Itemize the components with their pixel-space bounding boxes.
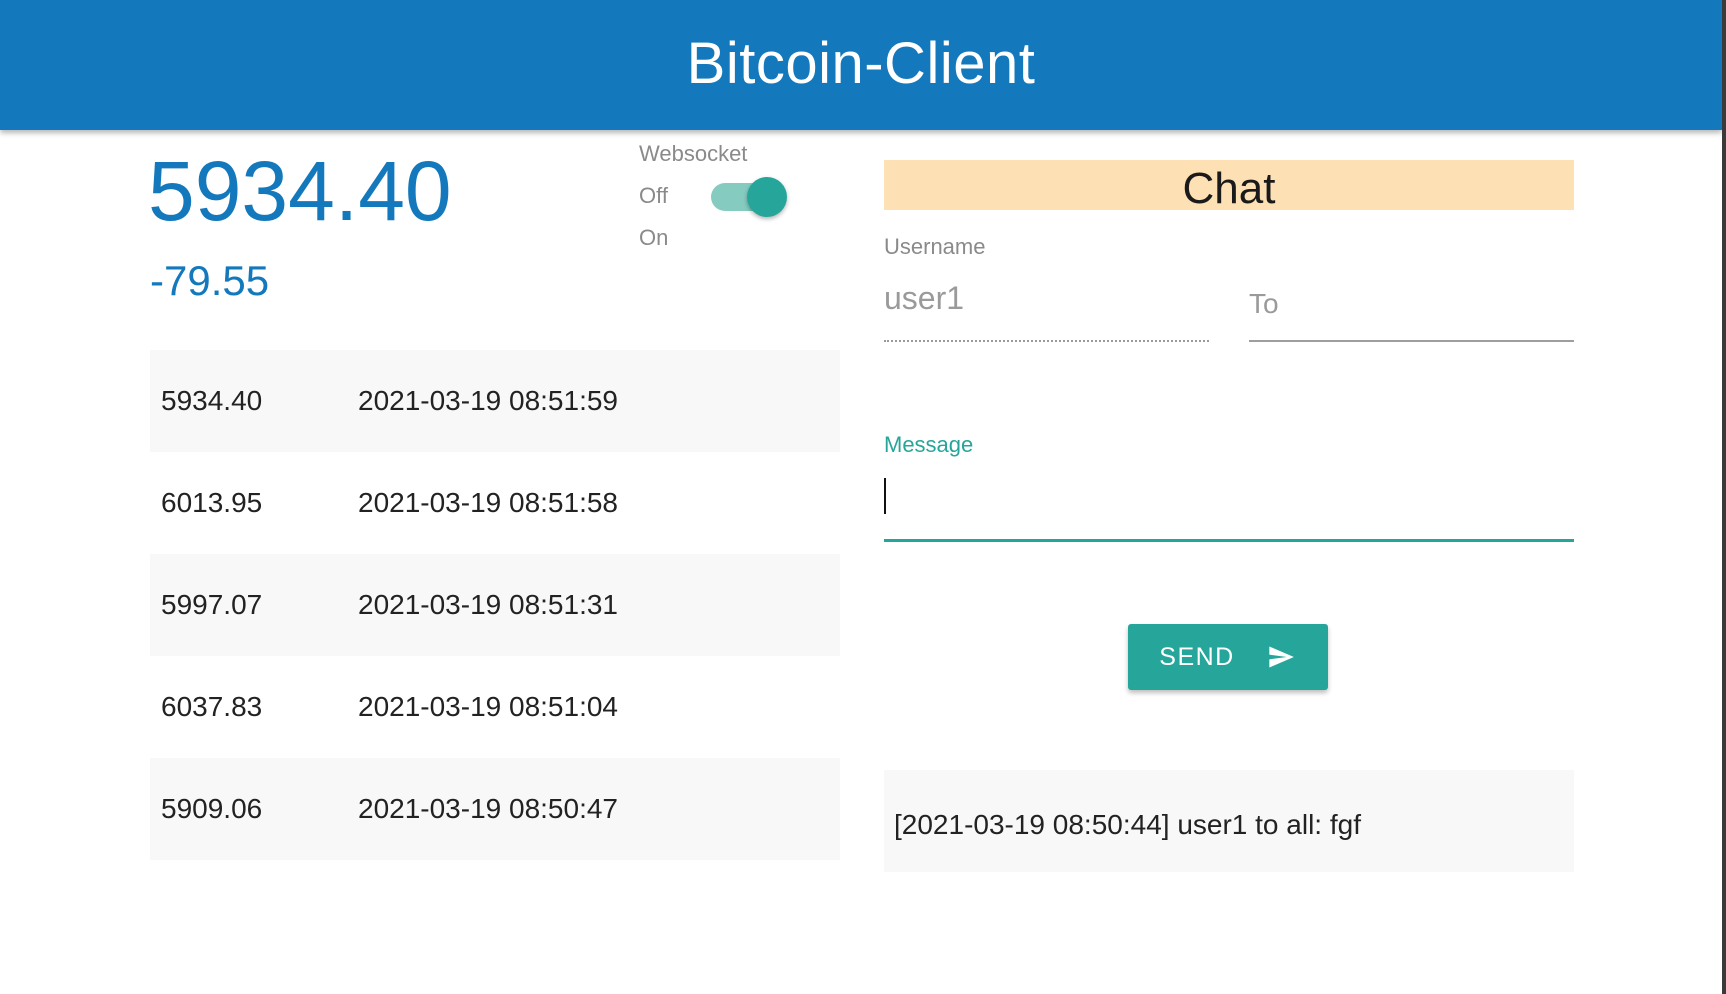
chat-message: [2021-03-19 08:50:44] user1 to all: fgf bbox=[894, 809, 1361, 840]
chat-header: Chat bbox=[884, 160, 1574, 213]
chat-log: [2021-03-19 08:50:44] user1 to all: fgf bbox=[884, 770, 1574, 872]
websocket-toggle[interactable] bbox=[711, 177, 789, 217]
app-header: Bitcoin-Client bbox=[0, 0, 1722, 130]
message-field-wrapper bbox=[884, 474, 1574, 542]
history-time: 2021-03-19 08:51:59 bbox=[358, 385, 618, 416]
history-time: 2021-03-19 08:50:47 bbox=[358, 793, 618, 824]
window-edge bbox=[1722, 0, 1726, 994]
to-field-wrapper bbox=[1249, 276, 1574, 342]
send-button[interactable]: SEND bbox=[1128, 624, 1328, 690]
history-price: 6013.95 bbox=[161, 487, 263, 518]
history-time: 2021-03-19 08:51:04 bbox=[358, 691, 618, 722]
websocket-toggle-thumb[interactable] bbox=[747, 177, 787, 217]
websocket-on-label: On bbox=[639, 225, 669, 250]
history-price: 5997.07 bbox=[161, 589, 263, 620]
username-field[interactable] bbox=[884, 276, 1209, 321]
history-row: 6013.95 2021-03-19 08:51:58 bbox=[150, 452, 840, 554]
history-price: 5909.06 bbox=[161, 793, 263, 824]
send-icon bbox=[1269, 646, 1294, 668]
price-change: -79.55 bbox=[150, 257, 270, 304]
history-row: 5997.07 2021-03-19 08:51:31 bbox=[150, 554, 840, 656]
username-field-wrapper bbox=[884, 276, 1209, 342]
send-button-label: SEND bbox=[1159, 642, 1235, 671]
history-row: 5934.40 2021-03-19 08:51:59 bbox=[150, 350, 840, 452]
to-field[interactable] bbox=[1249, 276, 1574, 332]
history-price: 6037.83 bbox=[161, 691, 263, 722]
text-caret bbox=[884, 478, 886, 514]
history-price: 5934.40 bbox=[161, 385, 263, 416]
websocket-label: Websocket bbox=[639, 141, 748, 166]
history-row: 6037.83 2021-03-19 08:51:04 bbox=[150, 656, 840, 758]
app-window: Bitcoin-Client 5934.40 -79.55 Websocket … bbox=[0, 0, 1726, 994]
username-label: Username bbox=[884, 234, 986, 259]
current-price: 5934.40 bbox=[148, 144, 452, 238]
chat-title: Chat bbox=[1182, 164, 1276, 213]
history-time: 2021-03-19 08:51:58 bbox=[358, 487, 618, 518]
websocket-off-label: Off bbox=[639, 183, 668, 208]
history-row: 5909.06 2021-03-19 08:50:47 bbox=[150, 758, 840, 860]
price-history-table: 5934.40 2021-03-19 08:51:59 6013.95 2021… bbox=[150, 350, 840, 860]
message-label: Message bbox=[884, 432, 974, 457]
app-title: Bitcoin-Client bbox=[686, 30, 1036, 96]
history-time: 2021-03-19 08:51:31 bbox=[358, 589, 618, 620]
message-field[interactable] bbox=[884, 474, 1574, 522]
